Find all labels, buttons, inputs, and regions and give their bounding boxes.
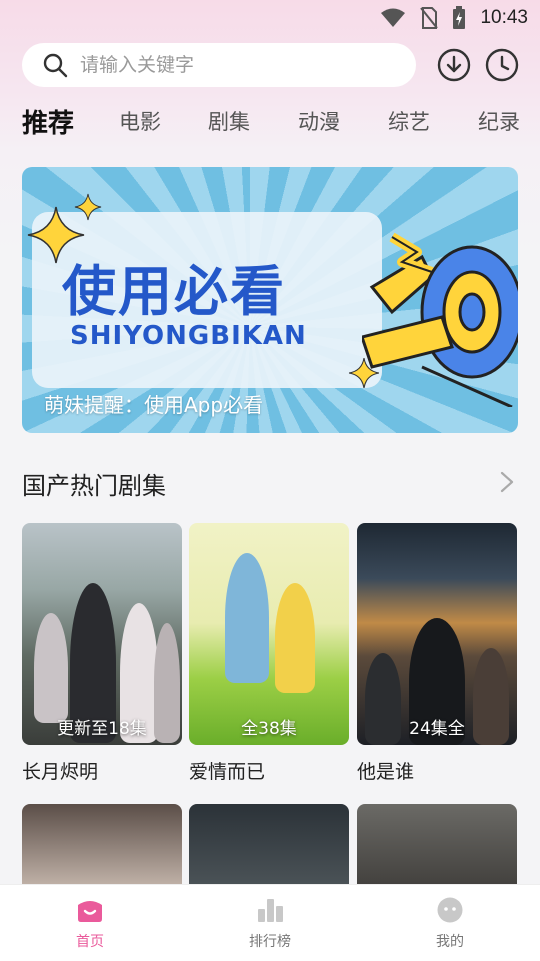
banner-subtitle: SHIYONGBIKAN	[70, 321, 307, 351]
status-time: 10:43	[480, 7, 528, 28]
show-card[interactable]: 全38集 爱情而已	[189, 523, 349, 784]
no-sim-icon	[420, 7, 439, 29]
show-card[interactable]: 24集全 他是谁	[357, 523, 517, 784]
sparkle-small-icon	[74, 193, 102, 221]
section-title: 国产热门剧集	[22, 472, 166, 500]
tab-documentary[interactable]: 纪录	[478, 106, 520, 136]
promo-banner[interactable]: 使用必看 SHIYONGBIKAN 萌妹提醒：使用App必看	[22, 167, 518, 433]
chevron-right-icon[interactable]	[498, 470, 516, 494]
show-card[interactable]: 更新至18集 长月烬明	[22, 523, 182, 784]
nav-ranking-label: 排行榜	[249, 934, 291, 950]
tab-variety[interactable]: 综艺	[388, 106, 430, 136]
search-input[interactable]	[78, 53, 382, 77]
ranking-icon	[258, 899, 283, 922]
tab-anime[interactable]: 动漫	[298, 106, 340, 136]
show-title: 他是谁	[357, 761, 415, 783]
search-row	[22, 43, 522, 87]
show-title: 长月烬明	[22, 761, 99, 783]
poster-image: 全38集	[189, 523, 349, 745]
category-tabs: 推荐 电影 剧集 动漫 综艺 纪录	[22, 106, 540, 148]
nav-home[interactable]: 首页	[40, 897, 140, 951]
bottom-nav: 首页 排行榜 我的	[0, 884, 540, 961]
battery-charging-icon	[453, 6, 466, 29]
nav-ranking[interactable]: 排行榜	[220, 897, 320, 951]
history-clock-icon[interactable]	[485, 48, 519, 82]
search-box[interactable]	[22, 43, 416, 87]
banner-caption: 萌妹提醒：使用App必看	[44, 393, 264, 417]
profile-icon	[437, 897, 463, 923]
episode-badge: 更新至18集	[57, 719, 147, 739]
nav-profile[interactable]: 我的	[400, 897, 500, 951]
download-icon[interactable]	[437, 48, 471, 82]
tab-recommend[interactable]: 推荐	[22, 106, 74, 140]
banner-title: 使用必看	[62, 260, 286, 323]
episode-badge: 全38集	[241, 719, 297, 739]
home-icon	[78, 901, 102, 922]
search-icon	[43, 53, 68, 78]
nav-home-label: 首页	[76, 934, 104, 950]
episode-badge: 24集全	[409, 719, 465, 739]
show-title: 爱情而已	[189, 761, 266, 783]
nav-profile-label: 我的	[436, 934, 464, 950]
poster-image: 更新至18集	[22, 523, 182, 745]
section-header: 国产热门剧集	[22, 466, 518, 500]
tab-movies[interactable]: 电影	[119, 106, 161, 136]
megaphone-icon	[362, 232, 518, 407]
status-bar: 10:43	[0, 0, 540, 36]
tab-series[interactable]: 剧集	[208, 106, 250, 136]
poster-image: 24集全	[357, 523, 517, 745]
wifi-icon	[381, 8, 406, 27]
